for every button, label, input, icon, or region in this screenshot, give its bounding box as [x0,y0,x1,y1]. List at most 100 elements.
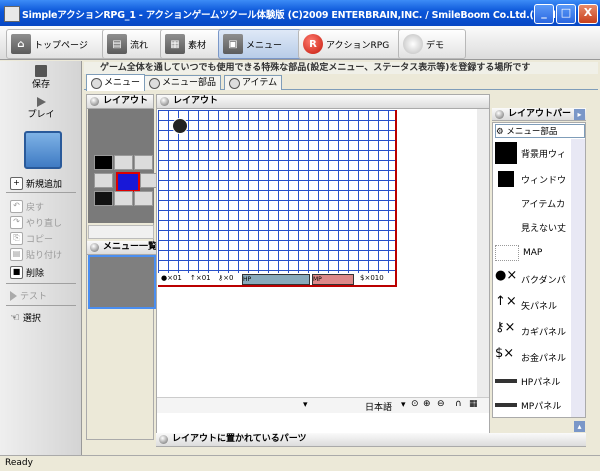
part-item[interactable]: ウィンドウ [495,167,571,191]
dropdown-arrow-icon[interactable]: ▾ [303,400,308,410]
save-button[interactable]: 保存 [4,65,78,90]
parts-tab-label: メニュー部品 [506,127,558,137]
toolbar-label: トップページ [34,40,88,51]
magnet-icon[interactable]: ∩ [455,399,462,409]
part-label: 矢パネル [521,301,558,312]
part-item[interactable]: ●× バクダンパ [495,267,571,291]
tab-items[interactable]: アイテム [224,75,283,90]
delete-button[interactable]: ■ 削除 [10,266,44,279]
part-item[interactable]: $× お金パネル [495,345,571,369]
layout-status-gauges: ●×01 ↑×01 ⚷×0 HP MP $×010 [158,273,395,285]
zoom-icon[interactable]: ⊙ [411,399,419,409]
part-label: 見えない丈 [521,223,567,234]
play-label: プレイ [27,110,55,120]
menu-list-item-selected[interactable] [88,255,156,309]
layout-grid-canvas[interactable] [158,110,397,287]
title-bar: SimpleアクションRPG_1 - アクションゲームツクール体験版 (C)20… [0,0,600,26]
paste-button[interactable]: ▤ 貼り付け [10,248,62,261]
divider [6,283,76,284]
bomb-part-icon[interactable] [172,118,188,134]
select-button[interactable]: ☜ 選択 [10,311,41,324]
play-icon [36,97,46,107]
parts-panel-title: レイアウトパー [492,108,586,121]
toolbar-label: メニュー [246,40,283,51]
zoom-out-icon[interactable]: ⊖ [437,399,445,409]
part-item[interactable]: HPパネル [495,369,571,393]
save-label: 保存 [31,80,50,90]
copy-button[interactable]: ⎘ コピー [10,232,53,245]
toolbar-label: 流れ [130,40,149,51]
editor-bottom-bar: ▾ 日本語 ▾ ⊙ ⊕ ⊖ ∩ ▦ [157,397,489,413]
thumb-cell [94,191,113,206]
part-swatch [495,142,517,164]
divider [6,192,76,193]
undo-button[interactable]: ↶ 戻す [10,200,44,213]
key-x-icon: ⚷× [495,320,516,335]
status-bar: Ready [0,455,600,471]
parts-scrollbar[interactable] [571,139,585,417]
tab-menu-parts[interactable]: メニュー部品 [144,75,222,90]
gear-icon [149,77,160,89]
arrow-up-icon[interactable]: ▴ [574,421,585,432]
paste-icon: ▤ [10,248,23,261]
part-label: ウィンドウ [521,175,567,186]
editor-scrollbar[interactable] [477,109,489,411]
add-new-label: 新規追加 [26,180,63,190]
toolbar-top-page-button[interactable]: ⌂ トップページ [6,29,108,59]
play-button[interactable]: プレイ [4,97,78,120]
part-swatch [495,245,519,261]
close-button[interactable]: X [578,4,598,24]
part-item[interactable]: MAP [495,241,571,265]
part-label: アイテムカ [521,199,566,210]
part-item[interactable]: アイテムカ [495,191,571,215]
part-label: カギパネル [521,327,567,338]
redo-button[interactable]: ↷ やり直し [10,216,62,229]
left-sidebar: 保存 プレイ + 新規追加 ↶ 戻す ↷ やり直し ⎘ コピー ▤ 貼り付け ■… [0,61,82,456]
arrow-counter-icon: ↑×01 [190,274,211,282]
minimize-button[interactable]: _ [534,4,554,24]
language-select[interactable]: 日本語 [365,400,392,413]
test-label: テスト [20,292,48,302]
paste-label: 貼り付け [26,251,63,261]
tab-menu[interactable]: メニュー [86,74,146,91]
part-item[interactable]: 背景用ウィ [495,141,571,165]
toolbar-label: デモ [426,40,445,51]
arrow-right-icon[interactable]: ▸ [574,109,585,120]
parts-panel: ⚙ メニュー部品 背景用ウィ ウィンドウ アイテムカ 見えない丈 MAP ●× バ… [492,122,586,418]
toolbar-menu-button[interactable]: ▣ メニュー [218,29,304,59]
part-swatch [498,171,514,187]
toolbar-label: アクションRPG [326,40,390,51]
part-label: MPパネル [521,401,562,412]
parts-tab[interactable]: ⚙ メニュー部品 [495,124,585,138]
grid-toggle-icon[interactable]: ▦ [469,399,478,409]
part-item[interactable]: ↑× 矢パネル [495,293,571,317]
toolbar-material-button[interactable]: ▦ 素材 [160,29,224,59]
thumb-cell [94,173,113,188]
part-label: バクダンパ [521,275,566,286]
chevron-down-icon[interactable]: ▾ [401,400,406,410]
toolbar-demo-button[interactable]: デモ [398,29,466,59]
arrow-x-icon: ↑× [495,294,517,309]
test-button[interactable]: テスト [10,289,47,302]
maximize-button[interactable]: □ [556,4,576,24]
money-x-icon: $× [495,346,515,361]
tab-label: アイテム [242,78,278,88]
layout-thumbnail[interactable] [88,109,159,223]
zoom-in-icon[interactable]: ⊕ [423,399,431,409]
part-label: お金パネル [521,353,567,364]
thumbnail-scrollbar[interactable] [88,225,154,239]
copy-label: コピー [26,235,54,245]
part-item[interactable]: MPパネル [495,393,571,417]
mp-label: MP [313,276,322,283]
part-swatch [495,216,517,238]
toolbar-flow-button[interactable]: ▤ 流れ [102,29,166,59]
part-item[interactable]: ⚷× カギパネル [495,319,571,343]
layout-thumbnail-panel: レイアウト メニュー一覧 [86,94,169,440]
demo-icon [403,34,423,54]
part-item[interactable]: 見えない丈 [495,215,571,239]
layout-editor-panel: レイアウト ●×01 ↑×01 ⚷×0 HP MP $×010 ▾ 日本語 ▾ … [156,94,490,440]
panel-title: レイアウト [157,95,489,109]
floppy-icon [35,65,47,77]
add-new-button[interactable]: + 新規追加 [10,177,62,190]
toolbar-action-rpg-button[interactable]: R アクションRPG [298,29,404,59]
